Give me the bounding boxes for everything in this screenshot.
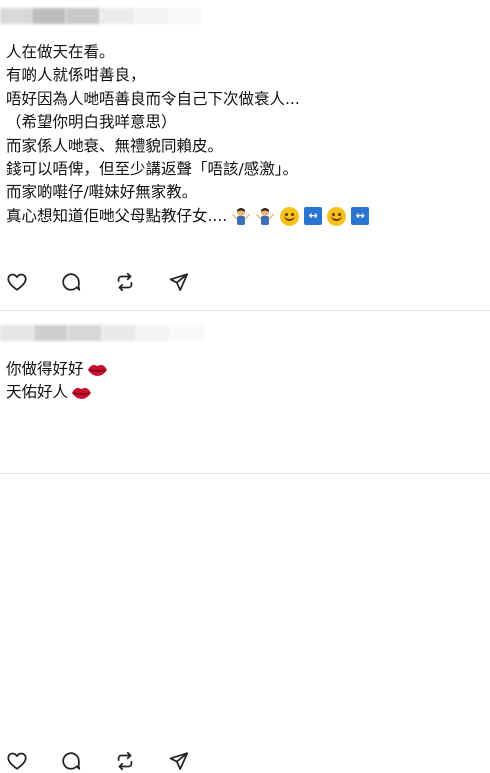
left-right-arrow-icon: ↔ — [304, 207, 323, 226]
post-text: 人在做天在看。 有啲人就係咁善良， 唔好因為人哋唔善良而令自己下次做衰人... … — [6, 41, 370, 228]
post-line: 天佑好人 — [6, 383, 69, 402]
person-shrugging-icon — [255, 206, 275, 226]
repost-button[interactable] — [114, 270, 168, 294]
post-line: 你做得好好 — [6, 360, 84, 378]
post-line: （希望你明白我咩意思） — [6, 113, 177, 132]
slightly-smiling-face-icon — [327, 206, 347, 226]
username-blurred[interactable] — [0, 8, 202, 24]
post-line-with-emojis: 天佑好人 — [6, 381, 108, 404]
post-line: 錢可以唔俾，但至少講返聲「唔該/感激」。 — [6, 159, 298, 178]
lips-icon — [71, 385, 92, 401]
post-line-with-emojis: 真心想知道佢哋父母點教仔女.... ↔ ↔ — [6, 205, 370, 228]
comment-button[interactable] — [60, 749, 114, 773]
comment-button[interactable] — [60, 270, 114, 294]
share-button[interactable] — [168, 270, 222, 294]
send-icon — [169, 752, 189, 770]
repost-icon — [117, 272, 133, 292]
username-blurred[interactable] — [0, 325, 204, 341]
slightly-smiling-face-icon — [280, 206, 300, 226]
post-divider — [0, 310, 490, 311]
person-shrugging-icon — [231, 206, 251, 226]
post-text: 你做得好好 天佑好人 — [6, 358, 108, 405]
post-line: 有啲人就係咁善良， — [6, 66, 146, 85]
post-divider — [0, 473, 490, 474]
repost-button[interactable] — [114, 749, 168, 773]
post-actions — [6, 749, 222, 773]
share-button[interactable] — [168, 749, 222, 773]
post-line: 而家係人哋衰、無禮貌同賴皮。 — [6, 136, 224, 155]
post-actions — [6, 270, 222, 294]
lips-icon — [87, 362, 108, 378]
post-line-with-emojis: 你做得好好 — [6, 358, 108, 381]
post-line: 唔好因為人哋唔善良而令自己下次做衰人... — [6, 89, 300, 108]
post: 人在做天在看。 有啲人就係咁善良， 唔好因為人哋唔善良而令自己下次做衰人... … — [0, 0, 490, 310]
repost-icon — [117, 751, 133, 771]
comment-bubble-icon — [62, 752, 81, 770]
send-icon — [169, 273, 189, 291]
left-right-arrow-icon: ↔ — [351, 207, 370, 226]
heart-icon — [7, 752, 27, 770]
like-button[interactable] — [6, 749, 60, 773]
like-button[interactable] — [6, 270, 60, 294]
post-line: 人在做天在看。 — [6, 43, 115, 61]
post-line: 而家啲嚡仔/嚡妹好無家教。 — [6, 183, 198, 202]
heart-icon — [7, 273, 27, 291]
post-line: 真心想知道佢哋父母點教仔女.... — [6, 206, 228, 225]
comment-bubble-icon — [62, 273, 81, 291]
post: 你做得好好 天佑好人 — [0, 318, 490, 771]
